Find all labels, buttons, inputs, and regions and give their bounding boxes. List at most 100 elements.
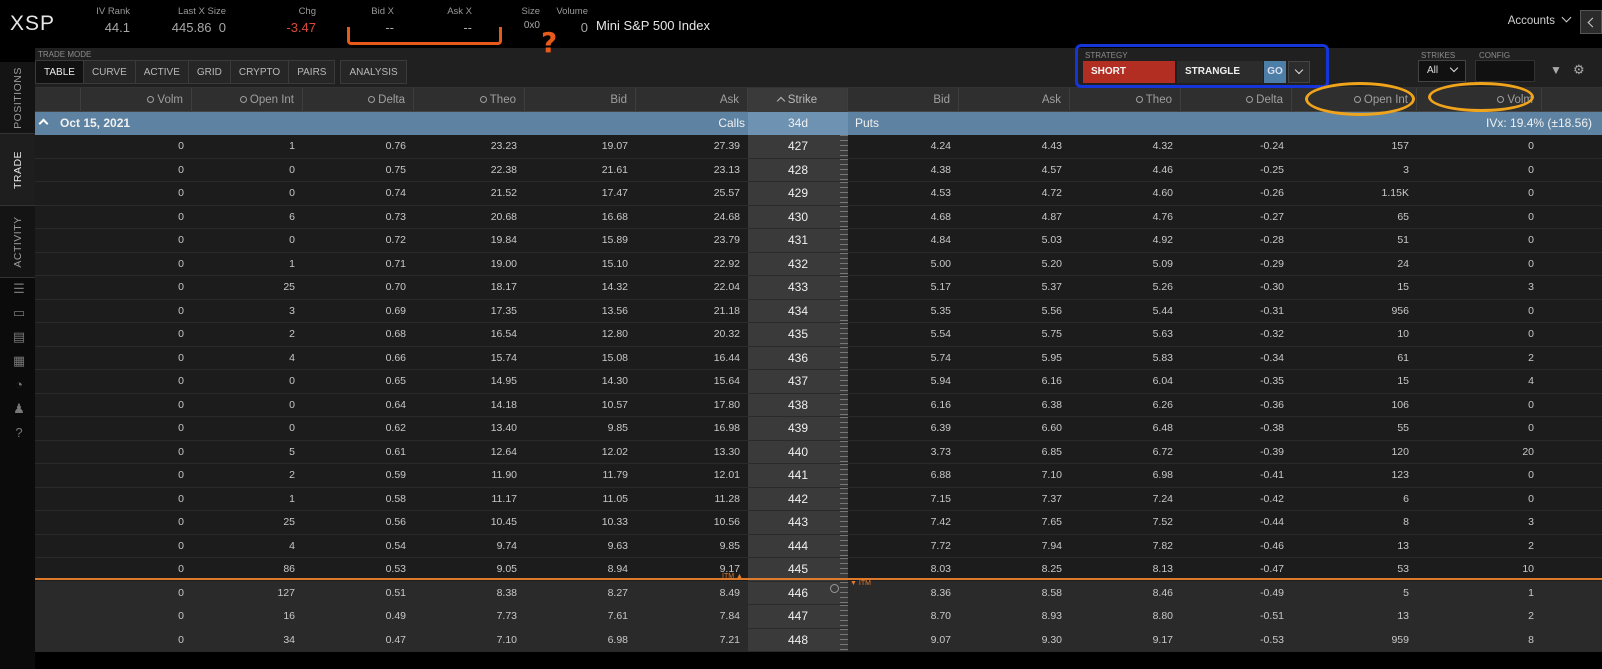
put-bid[interactable]: 5.00 — [848, 253, 959, 276]
filter-icon[interactable]: ▼ — [1550, 63, 1562, 77]
header-call-volm[interactable]: Volm — [81, 88, 192, 112]
call-ask[interactable]: 24.68 — [636, 206, 748, 229]
header-call-open-int[interactable]: Open Int — [192, 88, 303, 112]
call-bid[interactable]: 12.80 — [525, 323, 636, 346]
put-ask[interactable]: 5.37 — [959, 276, 1070, 299]
call-ask[interactable]: 23.13 — [636, 159, 748, 182]
table-row[interactable]: 0 4 0.54 9.74 9.63 9.85 444 7.72 7.94 7.82 -0.46 13… — [35, 534, 1602, 558]
gauge-icon[interactable]: ◔ — [12, 378, 26, 392]
table-row[interactable]: 0 0 0.62 13.40 9.85 16.98 439 6.39 6.60 6.48 -0.38… — [35, 417, 1602, 441]
table-row[interactable]: 0 25 0.56 10.45 10.33 10.56 443 7.42 7.65 7.52 -0.… — [35, 511, 1602, 535]
put-bid[interactable]: 5.35 — [848, 300, 959, 323]
call-ask[interactable]: 27.39 — [636, 135, 748, 158]
call-ask[interactable]: 15.64 — [636, 370, 748, 393]
table-row[interactable]: 0 2 0.68 16.54 12.80 20.32 435 5.54 5.75 5.63 -0.3… — [35, 323, 1602, 347]
put-bid[interactable]: 6.16 — [848, 394, 959, 417]
gear-icon[interactable]: ⚙ — [1573, 62, 1587, 77]
call-bid[interactable]: 16.68 — [525, 206, 636, 229]
call-ask[interactable]: 20.32 — [636, 323, 748, 346]
tab-pairs[interactable]: PAIRS — [288, 60, 336, 84]
call-bid[interactable]: 8.27 — [525, 582, 636, 605]
call-bid[interactable]: 9.63 — [525, 535, 636, 558]
tab-crypto[interactable]: CRYPTO — [229, 60, 290, 84]
call-bid[interactable]: 15.89 — [525, 229, 636, 252]
call-bid[interactable]: 14.30 — [525, 370, 636, 393]
put-bid[interactable]: 5.17 — [848, 276, 959, 299]
rail-tab-positions[interactable]: POSITIONS — [0, 62, 35, 134]
people-icon[interactable]: ♟ — [12, 402, 26, 416]
table-row[interactable]: 0 2 0.59 11.90 11.79 12.01 441 6.88 7.10 6.98 -0.4… — [35, 464, 1602, 488]
call-bid[interactable]: 10.33 — [525, 511, 636, 534]
put-ask[interactable]: 4.72 — [959, 182, 1070, 205]
call-ask[interactable]: 10.56 — [636, 511, 748, 534]
put-ask[interactable]: 6.60 — [959, 417, 1070, 440]
put-ask[interactable]: 5.56 — [959, 300, 1070, 323]
call-bid[interactable]: 10.57 — [525, 394, 636, 417]
put-ask[interactable]: 9.30 — [959, 629, 1070, 652]
grid-icon[interactable]: ▦ — [12, 354, 26, 368]
call-ask[interactable]: 21.18 — [636, 300, 748, 323]
table-row[interactable]: 0 0 0.75 22.38 21.61 23.13 428 4.38 4.57 4.46 -0.2… — [35, 158, 1602, 182]
call-bid[interactable]: 19.07 — [525, 135, 636, 158]
tab-curve[interactable]: CURVE — [82, 60, 136, 84]
collapse-caret-icon[interactable] — [38, 118, 49, 129]
table-row[interactable]: 0 0 0.72 19.84 15.89 23.79 431 4.84 5.03 4.92 -0.2… — [35, 229, 1602, 253]
table-row[interactable]: 0 0 0.64 14.18 10.57 17.80 438 6.16 6.38 6.26 -0.3… — [35, 393, 1602, 417]
call-ask[interactable]: 16.44 — [636, 347, 748, 370]
collapse-panel-button[interactable] — [1580, 10, 1602, 34]
header-put-theo[interactable]: Theo — [1070, 88, 1181, 112]
put-bid[interactable]: 7.42 — [848, 511, 959, 534]
list-icon[interactable]: ☰ — [12, 282, 26, 296]
call-ask[interactable]: 7.21 — [636, 629, 748, 652]
drag-handle-icon[interactable] — [830, 584, 839, 593]
header-put-delta[interactable]: Delta — [1181, 88, 1292, 112]
tab-active[interactable]: ACTIVE — [134, 60, 189, 84]
table-row[interactable]: 0 25 0.70 18.17 14.32 22.04 433 5.17 5.37 5.26 -0.… — [35, 276, 1602, 300]
call-ask[interactable]: 25.57 — [636, 182, 748, 205]
put-ask[interactable]: 8.93 — [959, 605, 1070, 628]
accounts-dropdown[interactable]: Accounts — [1508, 12, 1572, 27]
tab-analysis[interactable]: ANALYSIS — [340, 60, 407, 84]
call-bid[interactable]: 7.61 — [525, 605, 636, 628]
header-call-ask[interactable]: Ask — [636, 88, 748, 112]
call-bid[interactable]: 21.61 — [525, 159, 636, 182]
table-row[interactable]: 0 127 0.51 8.38 8.27 8.49 446 8.36 8.58 8.46 -0.49… — [35, 581, 1602, 605]
header-put-bid[interactable]: Bid — [848, 88, 959, 112]
put-bid[interactable]: 4.38 — [848, 159, 959, 182]
put-ask[interactable]: 8.58 — [959, 582, 1070, 605]
config-select[interactable] — [1475, 60, 1535, 82]
call-ask[interactable]: 8.49 — [636, 582, 748, 605]
call-ask[interactable]: 16.98 — [636, 417, 748, 440]
put-bid[interactable]: 9.07 — [848, 629, 959, 652]
table-row[interactable]: 0 1 0.71 19.00 15.10 22.92 432 5.00 5.20 5.09 -0.2… — [35, 252, 1602, 276]
table-row[interactable]: 0 3 0.69 17.35 13.56 21.18 434 5.35 5.56 5.44 -0.3… — [35, 299, 1602, 323]
put-ask[interactable]: 6.38 — [959, 394, 1070, 417]
put-bid[interactable]: 5.94 — [848, 370, 959, 393]
put-ask[interactable]: 5.75 — [959, 323, 1070, 346]
help-icon[interactable]: ? — [12, 426, 26, 440]
header-put-ask[interactable]: Ask — [959, 88, 1070, 112]
put-ask[interactable]: 5.03 — [959, 229, 1070, 252]
put-bid[interactable]: 6.39 — [848, 417, 959, 440]
call-ask[interactable]: 9.85 — [636, 535, 748, 558]
put-ask[interactable]: 7.37 — [959, 488, 1070, 511]
put-bid[interactable]: 4.24 — [848, 135, 959, 158]
header-call-delta[interactable]: Delta — [303, 88, 414, 112]
put-bid[interactable]: 5.74 — [848, 347, 959, 370]
put-ask[interactable]: 4.43 — [959, 135, 1070, 158]
table-row[interactable]: 0 5 0.61 12.64 12.02 13.30 440 3.73 6.85 6.72 -0.3… — [35, 440, 1602, 464]
put-ask[interactable]: 4.57 — [959, 159, 1070, 182]
put-bid[interactable]: 3.73 — [848, 441, 959, 464]
call-bid[interactable]: 6.98 — [525, 629, 636, 652]
call-bid[interactable]: 15.08 — [525, 347, 636, 370]
call-bid[interactable]: 12.02 — [525, 441, 636, 464]
put-bid[interactable]: 4.53 — [848, 182, 959, 205]
table-row[interactable]: 0 0 0.74 21.52 17.47 25.57 429 4.53 4.72 4.60 -0.2… — [35, 182, 1602, 206]
rail-tab-trade[interactable]: TRADE — [0, 134, 35, 206]
tab-grid[interactable]: GRID — [187, 60, 231, 84]
table-row[interactable]: 0 34 0.47 7.10 6.98 7.21 448 9.07 9.30 9.17 -0.53 9… — [35, 628, 1602, 652]
put-bid[interactable]: 5.54 — [848, 323, 959, 346]
call-bid[interactable]: 11.05 — [525, 488, 636, 511]
put-ask[interactable]: 6.85 — [959, 441, 1070, 464]
table-row[interactable]: 0 16 0.49 7.73 7.61 7.84 447 8.70 8.93 8.80 -0.51 1… — [35, 605, 1602, 629]
